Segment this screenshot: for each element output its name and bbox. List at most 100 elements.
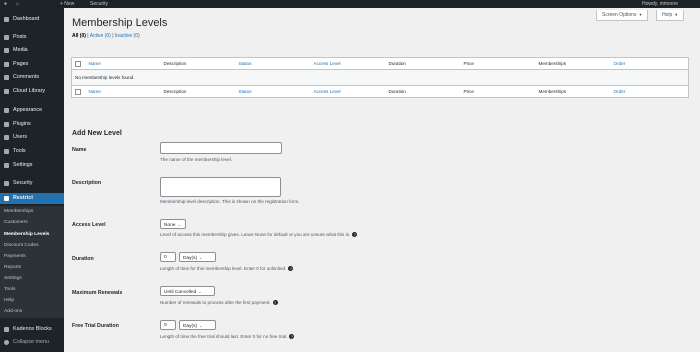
select-all-checkbox-footer[interactable] [71,85,86,98]
column-price: Price [460,57,536,70]
admin-bar: ● ⌂ + New Security Howdy, mmoore [0,0,700,8]
description-textarea[interactable] [160,177,281,197]
column-price-footer: Price [460,85,536,98]
collapse-icon [4,340,9,345]
duration-unit-select[interactable]: Day(s) ⌄ [179,252,216,262]
help-icon[interactable]: ? [272,300,278,306]
help-icon[interactable]: ? [289,334,295,340]
duration-input[interactable]: 0 [160,252,176,262]
user-icon [4,135,9,140]
restrict-submenu: Memberships Customers Membership Levels … [0,206,64,318]
column-access-level-footer[interactable]: Access Level [310,85,386,98]
submenu-settings[interactable]: Settings [4,276,22,281]
description-label: Description [72,180,102,186]
home-icon[interactable]: ⌂ [16,0,19,8]
dashboard-icon [4,17,9,22]
column-order-footer[interactable]: Order [610,85,689,98]
table-row: No membership levels found. [71,69,689,86]
select-all-checkbox[interactable] [71,57,86,70]
maximum-renewals-description: Number of renewals to process after the … [160,300,278,306]
name-description: The name of the membership level. [160,157,233,162]
sidebar-item-posts[interactable]: Posts [0,32,64,43]
column-status[interactable]: Status [235,57,311,70]
submenu-add-ons[interactable]: Add-ons [4,309,22,314]
column-duration: Duration [385,57,461,70]
sidebar-item-restrict[interactable]: Restrict [0,193,64,204]
column-name[interactable]: Name [85,57,161,70]
help-button[interactable]: Help ▼ [656,10,685,21]
sidebar-item-plugins[interactable]: Plugins [0,119,64,130]
screen-options-button[interactable]: Screen Options ▼ [596,10,649,21]
filter-inactive[interactable]: Inactive (0) [115,33,140,39]
name-label: Name [72,147,87,153]
sidebar-item-pages[interactable]: Pages [0,59,64,70]
caret-down-icon: ▼ [674,12,679,17]
sidebar-item-appearance[interactable]: Appearance [0,105,64,116]
column-access-level[interactable]: Access Level [310,57,386,70]
free-trial-description: Length of time the free trial should las… [160,334,295,340]
page-title: Membership Levels [72,17,168,29]
submenu-help[interactable]: Help [4,298,14,303]
column-order[interactable]: Order [610,57,689,70]
free-trial-duration-label: Free Trial Duration [72,323,119,329]
chevron-down-icon: ⌄ [177,222,181,227]
maximum-renewals-select[interactable]: Until Cancelled ⌄ [160,286,215,296]
column-duration-footer: Duration [385,85,461,98]
sidebar-item-security[interactable]: Security [0,178,64,189]
submenu-memberships[interactable]: Memberships [4,209,33,214]
empty-message: No membership levels found. [71,69,689,86]
name-input[interactable] [160,142,282,154]
free-trial-input[interactable]: 0 [160,320,176,330]
security-link[interactable]: Security [90,0,108,8]
new-content-link[interactable]: + New [60,0,74,8]
add-new-level-heading: Add New Level [72,130,122,137]
column-memberships: Memberships [535,57,611,70]
submenu-reports[interactable]: Reports [4,265,21,270]
free-trial-unit-select[interactable]: Day(s) ⌄ [179,320,216,330]
help-icon[interactable]: ? [352,232,358,238]
access-level-select[interactable]: None ⌄ [160,219,186,229]
sliders-icon [4,163,9,168]
page-icon [4,62,9,67]
kadence-icon [4,327,9,332]
submenu-membership-levels[interactable]: Membership Levels [4,232,49,237]
sidebar-item-users[interactable]: Users [0,132,64,143]
sidebar-item-media[interactable]: Media [0,45,64,56]
submenu-tools[interactable]: Tools [4,287,15,292]
submenu-discount-codes[interactable]: Discount Codes [4,243,39,248]
submenu-customers[interactable]: Customers [4,220,28,225]
access-level-label: Access Level [72,222,106,228]
chevron-down-icon: ⌄ [199,323,203,328]
filter-all[interactable]: All (0) [72,33,86,39]
filter-active[interactable]: Active (0) [90,33,111,39]
column-name-footer[interactable]: Name [85,85,161,98]
status-filter-links: All (0) | Active (0) | Inactive (0) [72,33,140,39]
table-header-row: Name Description Status Access Level Dur… [71,57,689,70]
collapse-menu-button[interactable]: Collapse menu [0,337,64,348]
duration-description: Length of time for this membership level… [160,266,294,272]
sidebar-item-cloud-library[interactable]: Cloud Library [0,86,64,97]
duration-label: Duration [72,256,94,262]
membership-levels-table: Name Description Status Access Level Dur… [71,57,689,98]
lock-icon [4,196,9,201]
sidebar-item-settings[interactable]: Settings [0,160,64,171]
sidebar-item-tools[interactable]: Tools [0,146,64,157]
help-icon[interactable]: ? [288,266,294,272]
wordpress-logo-icon[interactable]: ● [4,0,7,8]
access-level-description: Level of access this membership gives. L… [160,232,358,238]
admin-sidebar: Dashboard Posts Media Pages Comments Clo… [0,8,64,352]
chevron-down-icon: ⌄ [198,289,202,294]
plug-icon [4,122,9,127]
brush-icon [4,108,9,113]
column-memberships-footer: Memberships [535,85,611,98]
sidebar-item-comments[interactable]: Comments [0,72,64,83]
caret-down-icon: ▼ [638,12,643,17]
submenu-payments[interactable]: Payments [4,254,26,259]
shield-icon [4,181,9,186]
column-status-footer[interactable]: Status [235,85,311,98]
cloud-icon [4,89,9,94]
sidebar-item-kadence-blocks[interactable]: Kadence Blocks [0,324,64,335]
howdy-user[interactable]: Howdy, mmoore [642,0,678,8]
sidebar-item-dashboard[interactable]: Dashboard [0,14,64,25]
table-footer-row: Name Description Status Access Level Dur… [71,85,689,98]
